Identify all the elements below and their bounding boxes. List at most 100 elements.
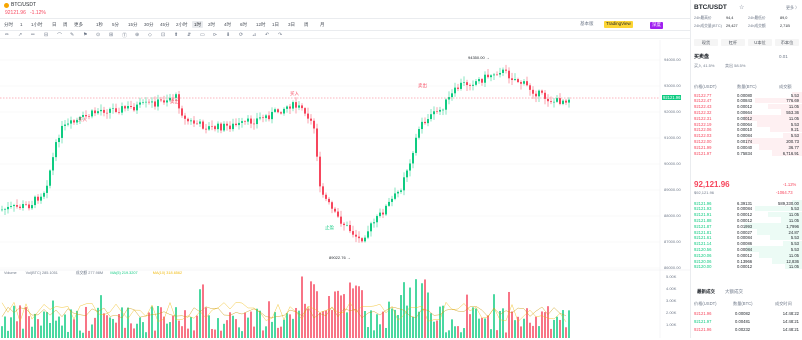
- orderbook-view-icons[interactable]: [694, 59, 714, 63]
- orderbook-row[interactable]: 92120.00 0.00012 11.05: [691, 263, 802, 270]
- orderbook-precision[interactable]: 0.01: [779, 54, 788, 60]
- orderbook-row[interactable]: 92121.81 0.00027 24.87: [691, 229, 802, 235]
- depth-tab[interactable]: 深度: [650, 22, 663, 29]
- draw-tool-icon[interactable]: Ⓣ: [122, 32, 127, 39]
- orderbook-row[interactable]: 92122.19 0.00064 5.53: [691, 121, 802, 127]
- volume-bar: [346, 312, 348, 338]
- draw-tool-icon[interactable]: ↶: [265, 32, 269, 38]
- volume-bar: [148, 312, 150, 338]
- interval-13[interactable]: 周: [304, 22, 309, 28]
- symbol-name[interactable]: BTC/USDT: [11, 3, 36, 8]
- orderbook-row[interactable]: 92122.06 0.00010 9.21: [691, 126, 802, 133]
- interval-1[interactable]: 5分: [112, 22, 119, 28]
- interval-0[interactable]: 1秒: [96, 22, 103, 28]
- chart-type-2[interactable]: 1小时: [31, 22, 43, 28]
- interval-4[interactable]: 45分: [160, 22, 170, 28]
- orderbook-row[interactable]: 92121.99 0.00040 36.77: [691, 144, 802, 150]
- draw-tool-icon[interactable]: ◇: [148, 32, 152, 38]
- volume-bar: [55, 320, 57, 338]
- market-button[interactable]: 现货: [694, 39, 718, 46]
- interval-12[interactable]: 3日: [288, 22, 295, 28]
- orderbook-row[interactable]: 92121.91 0.00012 11.05: [691, 211, 802, 218]
- orderbook-row[interactable]: 92120.06 0.13966 12,836: [691, 258, 802, 264]
- draw-tool-icon[interactable]: ═: [31, 32, 35, 38]
- volume-bar: [460, 332, 462, 338]
- draw-tool-icon[interactable]: ⊳: [213, 32, 217, 38]
- draw-tool-icon[interactable]: ⇵: [187, 32, 191, 38]
- trades-tab-latest[interactable]: 最新成交: [697, 289, 715, 295]
- trade-time: 14:48:22: [782, 310, 799, 316]
- high-marker: 94350.00 →: [468, 55, 490, 60]
- draw-tool-icon[interactable]: ⟳: [239, 32, 243, 38]
- orderbook-row[interactable]: 92121.96 6.39131 589,330.00: [691, 200, 802, 206]
- basic-view-tab[interactable]: 基本版: [580, 21, 594, 27]
- orderbook-row[interactable]: 92122.43 0.00012 11.05: [691, 103, 802, 110]
- trade-row: 92121.96 0.00082 14:48:22: [691, 310, 802, 316]
- draw-tool-icon[interactable]: ✎: [70, 32, 74, 38]
- candle-body: [202, 121, 204, 129]
- volume-bar: [565, 327, 567, 338]
- interval-6[interactable]: 1时: [192, 21, 204, 28]
- orderbook-row[interactable]: 92121.87 0.01993 1,7996: [691, 223, 802, 229]
- draw-tool-icon[interactable]: ⊞: [109, 32, 113, 38]
- orderbook-row[interactable]: 92122.31 0.00012 11.05: [691, 115, 802, 121]
- orderbook-row[interactable]: 92122.00 0.00174 200.73: [691, 138, 802, 144]
- orderbook-row[interactable]: 92121.93 0.00084 5.53: [691, 205, 802, 212]
- draw-tool-icon[interactable]: ⬇: [226, 32, 230, 38]
- draw-tool-icon[interactable]: ✏: [5, 32, 9, 38]
- stat-label: 24h最高价: [694, 16, 712, 20]
- orderbook-row[interactable]: 92121.14 0.00086 5.53: [691, 240, 802, 247]
- chart-type-3[interactable]: 日: [52, 22, 57, 28]
- draw-tool-icon[interactable]: ↷: [278, 32, 282, 38]
- chart-type-1[interactable]: 1: [20, 22, 23, 27]
- chart-canvas[interactable]: [0, 40, 690, 338]
- market-button[interactable]: U本位: [748, 39, 772, 46]
- orderbook-row[interactable]: 92121.61 0.00084 5.53: [691, 234, 802, 241]
- candle-body: [418, 129, 420, 138]
- interval-10[interactable]: 12时: [256, 22, 266, 28]
- volume-bar: [520, 326, 522, 338]
- interval-7[interactable]: 2时: [208, 22, 215, 28]
- interval-5[interactable]: 2小时: [176, 22, 188, 28]
- orderbook-row[interactable]: 92120.56 0.00084 5.53: [691, 246, 802, 252]
- draw-tool-icon[interactable]: ⬆: [174, 32, 178, 38]
- volume-bar: [262, 330, 264, 338]
- candle-body: [64, 124, 66, 126]
- chart-type-5[interactable]: 更多: [74, 22, 83, 28]
- orderbook-row[interactable]: 92121.97 0.75834 6,716.91: [691, 150, 802, 156]
- orderbook-row[interactable]: 92122.03 0.00084 5.53: [691, 132, 802, 139]
- interval-9[interactable]: 6时: [240, 22, 247, 28]
- draw-tool-icon[interactable]: ⊙: [96, 32, 100, 38]
- market-button[interactable]: 币本位: [775, 39, 799, 46]
- trade-time: 14:48:21: [782, 318, 799, 324]
- orderbook-row[interactable]: 92122.47 0.00843 776.69: [691, 97, 802, 104]
- draw-tool-icon[interactable]: ⌒: [57, 32, 62, 39]
- chart-type-4[interactable]: 周: [63, 22, 68, 28]
- volume-bar: [184, 310, 186, 338]
- draw-tool-icon[interactable]: ▭: [200, 32, 205, 38]
- orderbook-row[interactable]: 92122.32 0.00664 553.36: [691, 109, 802, 115]
- favorite-icon[interactable]: ☆: [739, 5, 744, 11]
- tradingview-tab[interactable]: TradingView: [604, 21, 633, 28]
- draw-tool-icon[interactable]: ⊕: [135, 32, 139, 38]
- trade-row: 92121.96 0.00232 14:48:21: [691, 326, 802, 332]
- market-button[interactable]: 杠杆: [721, 39, 745, 46]
- interval-2[interactable]: 15分: [128, 22, 138, 28]
- draw-tool-icon[interactable]: ⊡: [161, 32, 165, 38]
- orderbook-row[interactable]: 92120.06 0.00012 11.05: [691, 252, 802, 258]
- draw-tool-icon[interactable]: ⊿: [252, 32, 256, 38]
- trades-tab-large[interactable]: 大额成交: [725, 289, 743, 295]
- draw-tool-icon[interactable]: ⚑: [83, 32, 87, 38]
- interval-11[interactable]: 1日: [272, 22, 279, 28]
- draw-tool-icon[interactable]: ↗: [18, 32, 22, 38]
- candlestick-chart[interactable]: 94000.00 93000.00 92000.00 91000.00 90000.00…: [0, 40, 690, 338]
- interval-8[interactable]: 4时: [224, 22, 231, 28]
- interval-3[interactable]: 30分: [144, 22, 154, 28]
- volume-axis-label: 1.00K: [666, 322, 677, 327]
- orderbook-row[interactable]: 92122.77 0.00080 5.53: [691, 92, 802, 98]
- chart-type-0[interactable]: 分时: [4, 22, 13, 28]
- interval-14[interactable]: 月: [320, 22, 325, 28]
- draw-tool-icon[interactable]: ⊟: [44, 32, 48, 38]
- orderbook-row[interactable]: 92121.88 0.00012 11.05: [691, 217, 802, 223]
- candle-body: [241, 121, 243, 123]
